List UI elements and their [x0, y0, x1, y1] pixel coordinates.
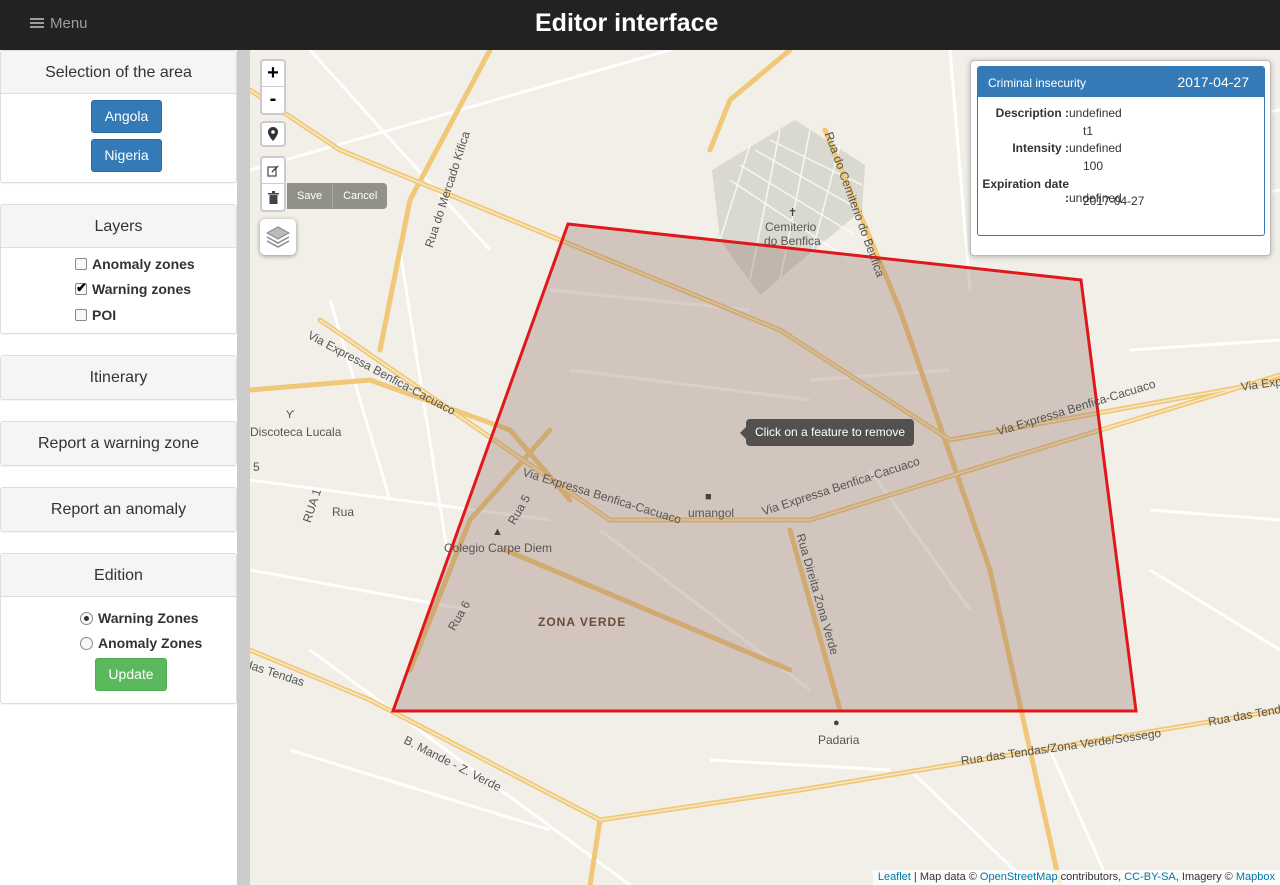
report-anomaly-title[interactable]: Report an anomaly	[1, 488, 236, 531]
map-view[interactable]: Cemiterio do Benfica Discoteca Lucala Co…	[250, 50, 1280, 885]
draw-marker-button[interactable]	[260, 121, 286, 147]
five-label: 5	[253, 460, 260, 474]
draw-actions: Save Cancel	[287, 183, 388, 209]
warning-zones-option-label: Warning Zones	[98, 610, 199, 626]
description-value-2: t1	[1083, 124, 1094, 138]
zona-verde-label: ZONA VERDE	[538, 615, 627, 629]
layer-poi[interactable]: POI	[75, 307, 116, 323]
menu-button[interactable]: Menu	[30, 15, 88, 32]
leaflet-link[interactable]: Leaflet	[878, 871, 911, 883]
cancel-button[interactable]: Cancel	[333, 183, 387, 209]
cemetery-label-2: do Benfica	[764, 234, 821, 248]
layer-anomaly-zones[interactable]: Anomaly zones	[75, 256, 195, 272]
expiration-label: Expiration date :	[982, 177, 1069, 205]
rua-label: Rua	[332, 505, 355, 519]
zone-info-card: Criminal insecurity 2017-04-27 Descripti…	[977, 66, 1265, 236]
poi-label: POI	[92, 307, 117, 323]
update-button[interactable]: Update	[95, 658, 167, 691]
cemetery-label-1: Cemiterio	[765, 220, 817, 234]
zone-info-header: Criminal insecurity 2017-04-27	[978, 67, 1264, 97]
warning-zones-label: Warning zones	[92, 281, 192, 297]
list-icon	[30, 18, 44, 29]
nigeria-button[interactable]: Nigeria	[91, 139, 162, 172]
zone-info-panel: Criminal insecurity 2017-04-27 Descripti…	[970, 60, 1271, 256]
menu-label: Menu	[50, 15, 88, 32]
poi-checkbox[interactable]	[75, 309, 87, 321]
zoom-control: + -	[260, 59, 286, 115]
attribution-map-data: | Map data ©	[910, 871, 980, 883]
trash-icon	[267, 190, 279, 204]
expiration-value-2: 2017-04-27	[1083, 194, 1145, 208]
discoteca-label: Discoteca Lucala	[250, 425, 342, 439]
edit-layers-button[interactable]	[262, 158, 284, 184]
anomaly-zones-checkbox[interactable]	[75, 258, 87, 270]
area-selection-panel: Selection of the area Angola Nigeria	[0, 50, 237, 183]
sidebar: Selection of the area Angola Nigeria Lay…	[0, 50, 237, 885]
report-warning-title[interactable]: Report a warning zone	[1, 422, 236, 465]
map-marker-icon	[268, 127, 278, 141]
edit-delete-group	[260, 156, 286, 212]
description-value-1: undefined	[1069, 106, 1122, 120]
warning-zones-radio[interactable]	[80, 611, 93, 625]
description-label: Description :	[995, 106, 1069, 120]
description-row: Description :undefined	[978, 106, 1122, 120]
area-selection-title: Selection of the area	[1, 51, 236, 94]
zoom-out-button[interactable]: -	[262, 87, 284, 113]
remove-tooltip: Click on a feature to remove	[739, 419, 915, 446]
edition-warning-zones[interactable]: Warning Zones	[80, 610, 199, 626]
save-button[interactable]: Save	[287, 183, 334, 209]
layers-control-button[interactable]	[260, 219, 296, 255]
edition-title: Edition	[1, 554, 236, 597]
itinerary-panel[interactable]: Itinerary	[0, 355, 237, 400]
intensity-value-2: 100	[1083, 159, 1104, 173]
school-icon: ▲	[492, 526, 503, 538]
sumangol-label: umangol	[688, 506, 735, 520]
layers-icon	[265, 226, 291, 248]
anomaly-zones-option-label: Anomaly Zones	[98, 635, 203, 651]
sidebar-divider	[237, 50, 250, 885]
zone-info-title: Criminal insecurity	[988, 76, 1087, 90]
edit-icon	[267, 164, 279, 177]
osm-link[interactable]: OpenStreetMap	[980, 871, 1058, 883]
itinerary-title[interactable]: Itinerary	[1, 356, 236, 399]
map-attribution: Leaflet | Map data © OpenStreetMap contr…	[872, 870, 1280, 885]
cocktail-icon: Ƴ	[286, 409, 295, 421]
cemetery-icon: ✝	[788, 207, 798, 219]
intensity-value-1: undefined	[1069, 141, 1122, 155]
top-navbar: Menu Editor interface	[0, 0, 1280, 50]
padaria-label: Padaria	[818, 733, 860, 747]
ccbysa-link[interactable]: CC-BY-SA	[1124, 871, 1176, 883]
zone-info-date: 2017-04-27	[1177, 74, 1249, 90]
edition-anomaly-zones[interactable]: Anomaly Zones	[80, 635, 202, 651]
layer-warning-zones[interactable]: Warning zones	[75, 280, 192, 297]
anomaly-zones-radio[interactable]	[80, 636, 93, 650]
attribution-imagery: , Imagery ©	[1175, 871, 1236, 883]
layers-title: Layers	[1, 205, 236, 248]
report-warning-panel[interactable]: Report a warning zone	[0, 421, 237, 466]
angola-button[interactable]: Angola	[91, 100, 162, 133]
delete-layers-button[interactable]	[262, 184, 284, 210]
colegio-label: Colegio Carpe Diem	[444, 541, 553, 555]
report-anomaly-panel[interactable]: Report an anomaly	[0, 487, 237, 532]
page-title: Editor interface	[535, 9, 719, 37]
zoom-in-button[interactable]: +	[262, 61, 284, 87]
layers-panel: Layers Anomaly zones Warning zones POI	[0, 204, 237, 334]
bakery-icon: ●	[833, 717, 840, 729]
mapbox-link[interactable]: Mapbox	[1236, 871, 1275, 883]
intensity-label: Intensity :	[1012, 141, 1069, 155]
warning-zones-checkbox[interactable]	[75, 280, 87, 296]
anomaly-zones-label: Anomaly zones	[92, 256, 195, 272]
intensity-row: Intensity :undefined	[978, 141, 1122, 155]
attribution-contributors: contributors,	[1057, 871, 1125, 883]
fuel-icon: ■	[705, 491, 712, 503]
